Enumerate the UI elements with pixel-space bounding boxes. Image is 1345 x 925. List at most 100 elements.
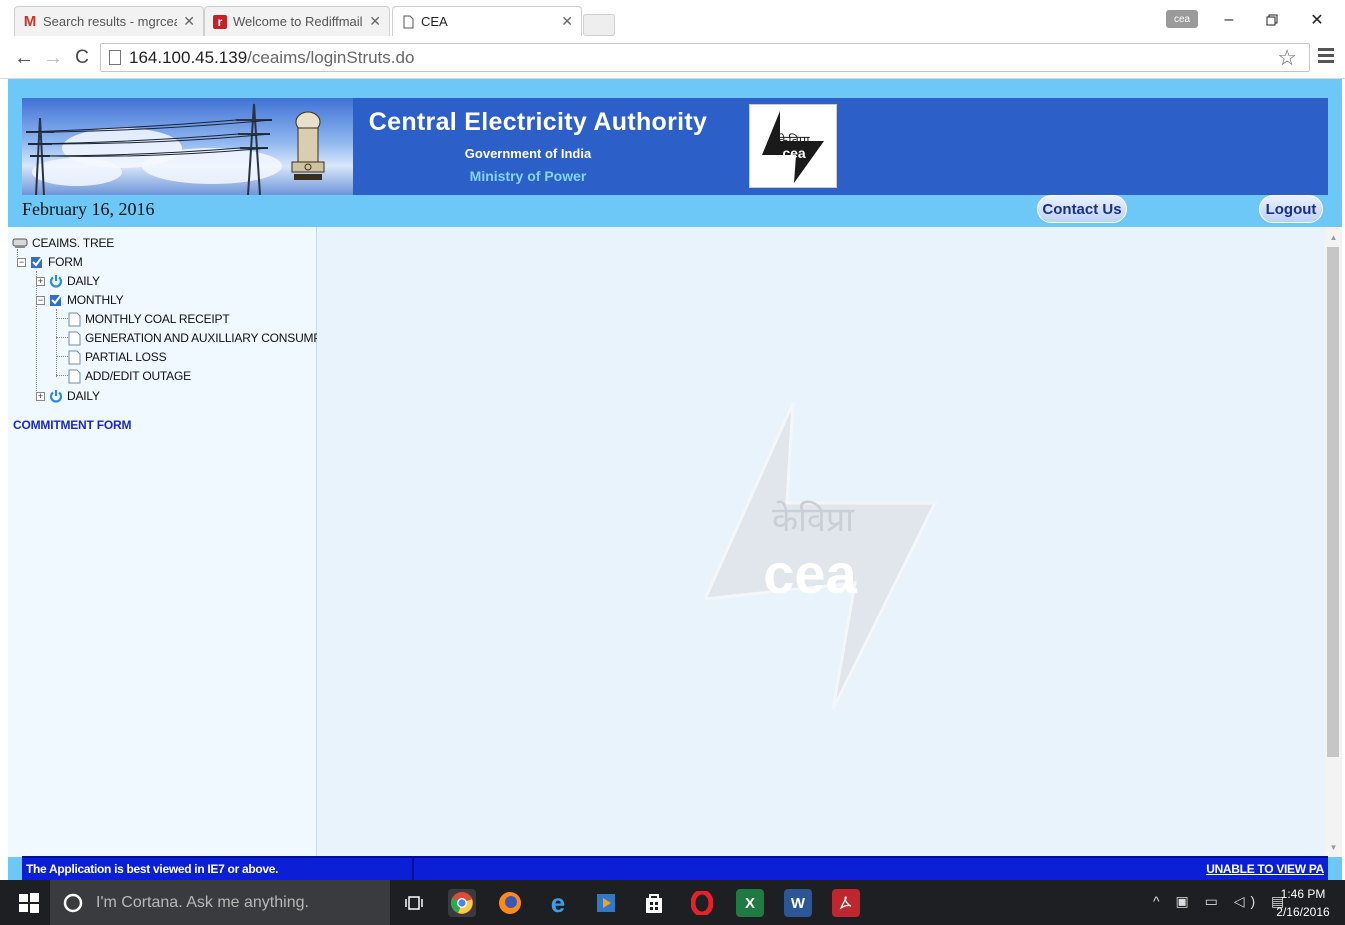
current-date: February 16, 2016 (22, 199, 155, 219)
tree-root[interactable]: CEAIMS. TREE (12, 234, 114, 252)
cortana-icon (63, 893, 83, 912)
national-emblem-icon (291, 111, 325, 180)
minimize-icon[interactable]: – (1214, 8, 1244, 32)
search-placeholder: I'm Cortana. Ask me anything. (96, 893, 309, 911)
url-path: /ceaims/loginStruts.do (247, 47, 415, 67)
scroll-thumb[interactable] (1327, 247, 1339, 757)
tree-leaf-label: PARTIAL LOSS (85, 350, 167, 364)
logout-button[interactable]: Logout (1259, 195, 1323, 223)
browser-menu-icon[interactable] (1318, 48, 1334, 68)
subtitle-ministry: Ministry of Power (469, 168, 587, 184)
clock-time: 1:46 PM (1280, 887, 1326, 901)
tree-leaf-partial-loss[interactable]: PARTIAL LOSS (68, 348, 167, 366)
tree-node-monthly[interactable]: MONTHLY (49, 291, 124, 309)
excel-icon[interactable]: X (736, 889, 764, 917)
windows-taskbar: I'm Cortana. Ask me anything. e X W ^ ▣ … (0, 880, 1345, 925)
new-tab-button[interactable] (583, 14, 615, 36)
rediff-icon: r (213, 14, 227, 29)
tree-node-label: DAILY (67, 389, 100, 403)
tree-node-daily-2[interactable]: DAILY (49, 387, 100, 405)
collapse-toggle-icon[interactable]: − (17, 258, 26, 267)
profile-badge[interactable]: cea (1166, 10, 1198, 28)
tree-leaf-generation-consumption[interactable]: GENERATION AND AUXILLIARY CONSUMPTION (68, 329, 349, 347)
tab-title: Welcome to Rediffmail: (233, 14, 364, 29)
task-view-icon[interactable] (400, 889, 428, 917)
reload-icon[interactable]: C (71, 47, 93, 69)
forward-arrow-icon[interactable]: → (42, 47, 64, 69)
tab-close-icon[interactable]: ✕ (561, 13, 573, 30)
checked-folder-icon (30, 255, 44, 269)
commitment-form-link[interactable]: COMMITMENT FORM (13, 418, 132, 432)
document-icon (68, 350, 81, 365)
tab-close-icon[interactable]: ✕ (369, 13, 381, 30)
header-banner: Central Electricity Authority Government… (22, 98, 1328, 195)
browser-recommendation-text: The Application is best viewed in IE7 or… (26, 862, 279, 876)
tree-node-form[interactable]: FORM (30, 253, 83, 271)
tab-close-icon[interactable]: ✕ (183, 13, 195, 30)
tab-title: Search results - mgrceaop (43, 14, 177, 29)
tree-leaf-label: MONTHLY COAL RECEIPT (85, 312, 230, 326)
expand-toggle-icon[interactable]: + (36, 392, 45, 401)
svg-text:cea: cea (782, 145, 806, 161)
windows-start-icon[interactable] (18, 892, 40, 914)
status-divider (412, 858, 414, 880)
power-icon (49, 274, 63, 288)
page-viewport: Central Electricity Authority Government… (8, 79, 1342, 880)
taskbar-clock[interactable]: 1:46 PM 2/16/2016 (1270, 885, 1336, 921)
contact-us-button[interactable]: Contact Us (1037, 195, 1127, 223)
svg-text:cea: cea (763, 542, 857, 605)
tab-gmail[interactable]: M Search results - mgrceaop ✕ (14, 6, 204, 36)
acrobat-icon[interactable] (832, 889, 860, 917)
unable-to-view-link[interactable]: UNABLE TO VIEW PA (1206, 862, 1324, 876)
tree-node-label: MONTHLY (67, 293, 124, 307)
bookmark-star-icon[interactable]: ☆ (1277, 45, 1297, 71)
chrome-icon[interactable] (448, 889, 476, 917)
computer-icon (12, 237, 28, 249)
tab-cea[interactable]: CEA ✕ (392, 6, 582, 36)
collapse-toggle-icon[interactable]: − (36, 296, 45, 305)
power-lines-photo (22, 98, 353, 195)
scroll-up-arrow-icon[interactable]: ▲ (1325, 229, 1342, 245)
cea-watermark-logo: केविप्रा cea (705, 403, 938, 710)
vertical-scrollbar[interactable]: ▲ ▼ (1325, 227, 1342, 857)
browser-toolbar: ← → C 164.100.45.139 /ceaims/loginStruts… (0, 38, 1345, 79)
footer-status-bar: The Application is best viewed in IE7 or… (22, 856, 1328, 880)
cea-logo: केविप्रा cea (749, 104, 837, 188)
main-content-area: केविप्रा cea (317, 227, 1325, 857)
tree-leaf-label: ADD/EDIT OUTAGE (85, 369, 191, 383)
edge-icon[interactable]: e (544, 888, 572, 918)
tree-node-label: FORM (48, 255, 83, 269)
url-host: 164.100.45.139 (129, 47, 248, 67)
page-title: Central Electricity Authority (368, 108, 708, 136)
tab-title: CEA (421, 14, 448, 29)
clock-date: 2/16/2016 (1276, 905, 1330, 919)
browser-tab-strip: M Search results - mgrceaop ✕ r Welcome … (0, 0, 1345, 38)
svg-text:केविप्रा: केविप्रा (772, 500, 855, 540)
tree-leaf-label: GENERATION AND AUXILLIARY CONSUMPTION (85, 331, 349, 345)
media-player-icon[interactable] (592, 889, 620, 917)
navigation-tree-panel: CEAIMS. TREE − FORM + DAILY − MONTHLY MO… (8, 227, 349, 857)
tree-root-label: CEAIMS. TREE (32, 236, 115, 250)
firefox-icon[interactable] (496, 889, 524, 917)
restore-icon[interactable] (1257, 8, 1287, 32)
close-window-icon[interactable]: ✕ (1302, 8, 1332, 32)
scroll-down-arrow-icon[interactable]: ▼ (1325, 839, 1342, 855)
cortana-search-box[interactable]: I'm Cortana. Ask me anything. (50, 880, 390, 925)
checked-folder-icon (49, 293, 63, 307)
document-icon (68, 369, 81, 384)
document-icon (68, 331, 81, 346)
expand-toggle-icon[interactable]: + (36, 277, 45, 286)
tree-node-label: DAILY (67, 274, 100, 288)
tree-node-daily[interactable]: DAILY (49, 272, 100, 290)
opera-icon[interactable] (688, 889, 716, 917)
back-arrow-icon[interactable]: ← (13, 47, 35, 69)
store-icon[interactable] (640, 889, 668, 917)
page-info-icon[interactable] (109, 50, 121, 65)
document-icon (68, 312, 81, 327)
address-bar[interactable]: 164.100.45.139 /ceaims/loginStruts.do ☆ (100, 43, 1310, 72)
tree-leaf-add-edit-outage[interactable]: ADD/EDIT OUTAGE (68, 367, 191, 385)
power-icon (49, 389, 63, 403)
tab-rediffmail[interactable]: r Welcome to Rediffmail: ✕ (204, 6, 390, 36)
tree-leaf-monthly-coal-receipt[interactable]: MONTHLY COAL RECEIPT (68, 310, 230, 328)
word-icon[interactable]: W (784, 889, 812, 917)
